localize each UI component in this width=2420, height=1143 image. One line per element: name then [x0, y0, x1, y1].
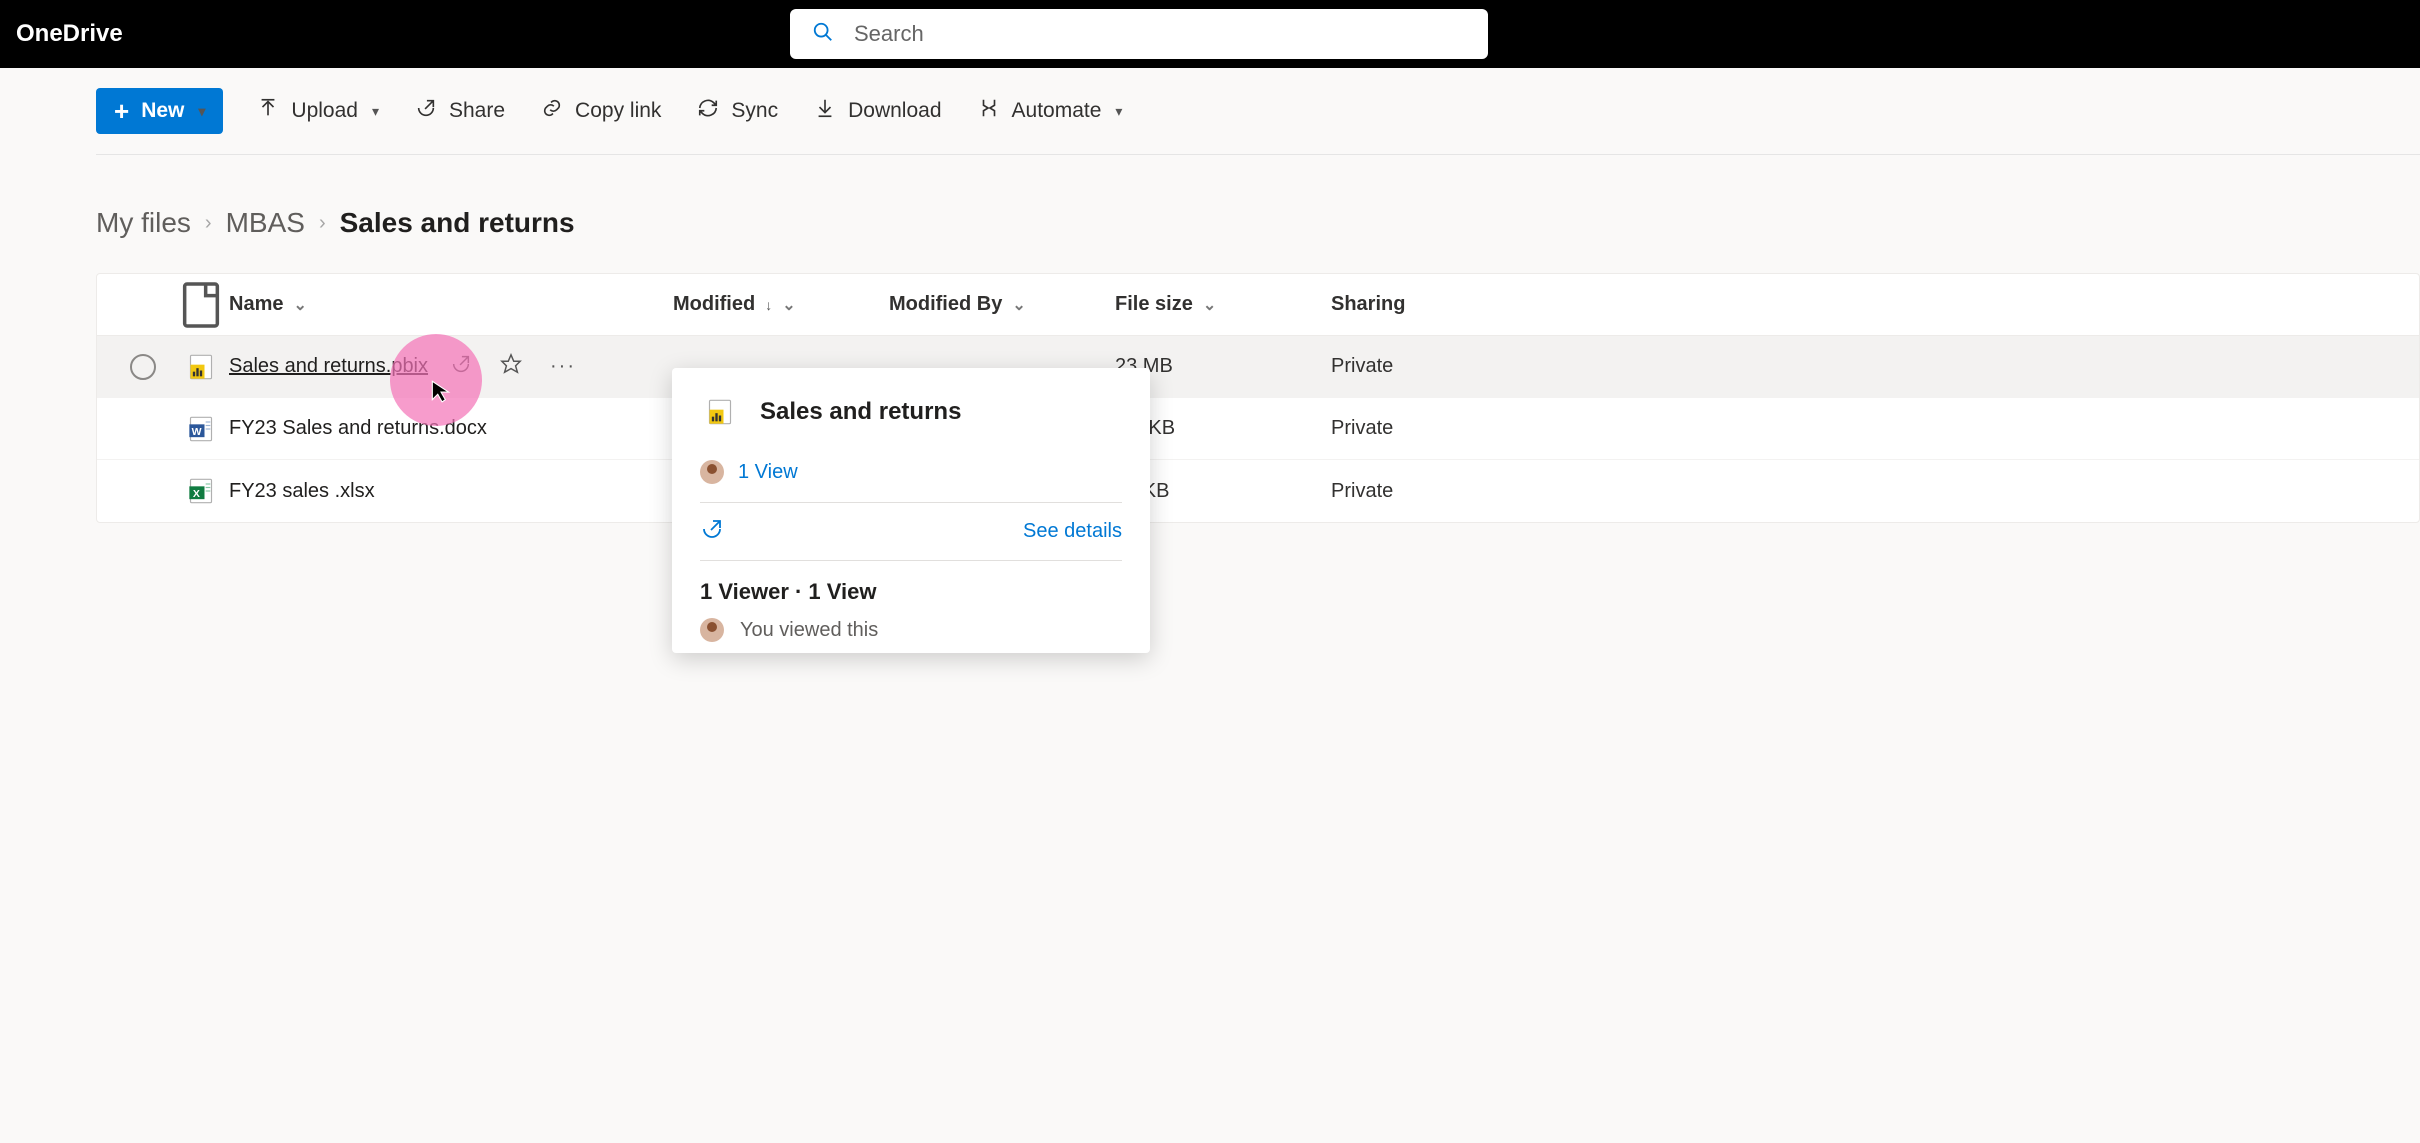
svg-text:X: X — [193, 488, 200, 500]
file-name[interactable]: FY23 sales .xlsx — [229, 480, 375, 503]
new-button-label: New — [141, 99, 184, 123]
chevron-down-icon: ▾ — [1115, 103, 1122, 120]
col-sharing-label: Sharing — [1331, 293, 1405, 316]
row-actions: ··· — [450, 353, 576, 381]
sync-icon — [697, 97, 719, 125]
hover-card-summary: 1 Viewer · 1 View — [700, 561, 1122, 615]
copylink-label: Copy link — [575, 99, 661, 123]
search-icon — [812, 21, 834, 48]
file-hover-card: Sales and returns 1 View See details 1 V… — [672, 368, 1150, 653]
activity-text: You viewed this — [740, 619, 878, 642]
upload-icon — [257, 97, 279, 125]
col-modified-header[interactable]: Modified ↓ ⌄ — [673, 293, 889, 316]
sharing-cell: Private — [1331, 355, 1511, 378]
app-name: OneDrive — [16, 20, 123, 48]
chevron-down-icon: ▾ — [372, 103, 379, 120]
col-modified-label: Modified — [673, 293, 755, 316]
col-modby-label: Modified By — [889, 293, 1002, 316]
row-favorite-icon[interactable] — [500, 353, 522, 381]
sync-label: Sync — [731, 99, 778, 123]
upload-label: Upload — [291, 99, 358, 123]
hover-card-activity: You viewed this — [700, 615, 1122, 645]
header-bar: OneDrive — [0, 0, 2420, 68]
breadcrumb-current: Sales and returns — [340, 207, 575, 239]
download-button[interactable]: Download — [812, 91, 943, 131]
file-icon-pbix — [700, 392, 740, 432]
share-icon — [415, 97, 437, 125]
copylink-button[interactable]: Copy link — [539, 91, 663, 131]
table-row[interactable]: W FY23 Sales and returns.docx 2.1 KB Pri… — [97, 398, 2419, 460]
share-icon[interactable] — [700, 517, 724, 546]
automate-button[interactable]: Automate ▾ — [976, 91, 1125, 131]
file-icon-pbix — [173, 353, 229, 381]
row-select[interactable] — [113, 354, 173, 380]
file-icon-docx: W — [173, 415, 229, 443]
breadcrumb: My files › MBAS › Sales and returns — [96, 155, 2420, 273]
sharing-cell: Private — [1331, 480, 1511, 503]
col-size-header[interactable]: File size ⌄ — [1115, 293, 1331, 316]
col-size-label: File size — [1115, 293, 1193, 316]
content: + New ▾ Upload ▾ Share Copy link — [0, 68, 2420, 523]
download-icon — [814, 97, 836, 125]
chevron-down-icon: ▾ — [198, 103, 205, 120]
checkbox-icon[interactable] — [130, 354, 156, 380]
row-more-icon[interactable]: ··· — [550, 355, 576, 378]
table-header: Name ⌄ Modified ↓ ⌄ Modified By ⌄ File s… — [97, 274, 2419, 336]
hover-card-share-row: See details — [700, 502, 1122, 561]
upload-button[interactable]: Upload ▾ — [255, 91, 381, 131]
sort-descending-icon: ↓ — [765, 297, 772, 313]
hover-card-views: 1 View — [700, 460, 1122, 484]
sync-button[interactable]: Sync — [695, 91, 780, 131]
file-name[interactable]: FY23 Sales and returns.docx — [229, 417, 487, 440]
col-modifiedby-header[interactable]: Modified By ⌄ — [889, 293, 1115, 316]
table-row[interactable]: X FY23 sales .xlsx 90 KB Private — [97, 460, 2419, 522]
share-button[interactable]: Share — [413, 91, 507, 131]
avatar-icon — [700, 460, 724, 484]
svg-text:W: W — [192, 425, 202, 437]
file-name-cell[interactable]: FY23 sales .xlsx — [229, 480, 673, 503]
download-label: Download — [848, 99, 941, 123]
col-sharing-header[interactable]: Sharing — [1331, 293, 1511, 316]
file-table: Name ⌄ Modified ↓ ⌄ Modified By ⌄ File s… — [96, 273, 2420, 523]
avatar-icon — [700, 618, 724, 642]
chevron-right-icon: › — [205, 212, 212, 235]
row-share-icon[interactable] — [450, 353, 472, 381]
share-label: Share — [449, 99, 505, 123]
breadcrumb-item[interactable]: My files — [96, 207, 191, 239]
chevron-down-icon: ⌄ — [293, 295, 306, 315]
col-name-header[interactable]: Name ⌄ — [229, 293, 673, 316]
new-button[interactable]: + New ▾ — [96, 88, 223, 134]
file-icon-xlsx: X — [173, 477, 229, 505]
chevron-down-icon: ⌄ — [1012, 295, 1025, 315]
file-name-cell[interactable]: Sales and returns.pbix ··· — [229, 353, 673, 381]
chevron-right-icon: › — [319, 212, 326, 235]
hover-card-title: Sales and returns — [760, 398, 961, 426]
sharing-cell: Private — [1331, 417, 1511, 440]
breadcrumb-item[interactable]: MBAS — [226, 207, 305, 239]
link-icon — [541, 97, 563, 125]
plus-icon: + — [114, 98, 129, 124]
see-details-link[interactable]: See details — [1023, 520, 1122, 543]
automate-label: Automate — [1012, 99, 1102, 123]
chevron-down-icon: ⌄ — [1203, 295, 1216, 315]
file-name[interactable]: Sales and returns.pbix — [229, 355, 428, 378]
chevron-down-icon: ⌄ — [782, 295, 795, 315]
table-row[interactable]: Sales and returns.pbix ··· 23 MB Private — [97, 336, 2419, 398]
search-input[interactable] — [854, 21, 1466, 47]
toolbar: + New ▾ Upload ▾ Share Copy link — [96, 68, 2420, 155]
hover-card-header: Sales and returns — [700, 392, 1122, 432]
automate-icon — [978, 97, 1000, 125]
file-name-cell[interactable]: FY23 Sales and returns.docx — [229, 417, 673, 440]
col-icon-header — [173, 277, 229, 333]
search-box[interactable] — [790, 9, 1488, 59]
col-name-label: Name — [229, 293, 283, 316]
view-count-link[interactable]: 1 View — [738, 461, 798, 484]
